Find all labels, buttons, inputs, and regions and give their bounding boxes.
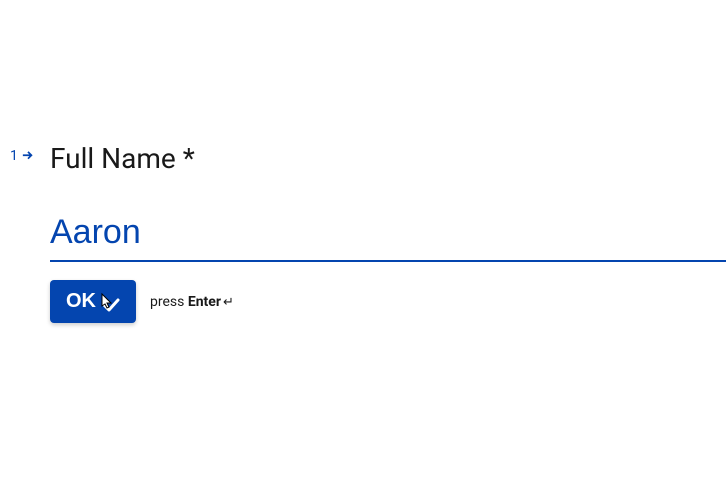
hint-prefix: press <box>150 294 188 310</box>
ok-button[interactable]: OK <box>50 280 136 323</box>
check-icon <box>102 295 120 309</box>
form-question-container: 1 Full Name * OK <box>10 142 726 323</box>
arrow-right-icon <box>22 151 34 161</box>
question-number-indicator: 1 <box>10 148 40 164</box>
question-label: Full Name * <box>50 142 726 175</box>
question-row: 1 Full Name * OK <box>10 142 726 323</box>
ok-button-label: OK <box>66 290 96 313</box>
question-content: Full Name * OK press Enter↵ <box>50 142 726 323</box>
question-number: 1 <box>10 148 18 164</box>
keyboard-hint: press Enter↵ <box>150 294 234 310</box>
hint-key: Enter <box>188 294 221 310</box>
enter-key-icon: ↵ <box>223 295 234 310</box>
action-row: OK press Enter↵ <box>50 280 726 323</box>
full-name-input[interactable] <box>50 213 726 262</box>
